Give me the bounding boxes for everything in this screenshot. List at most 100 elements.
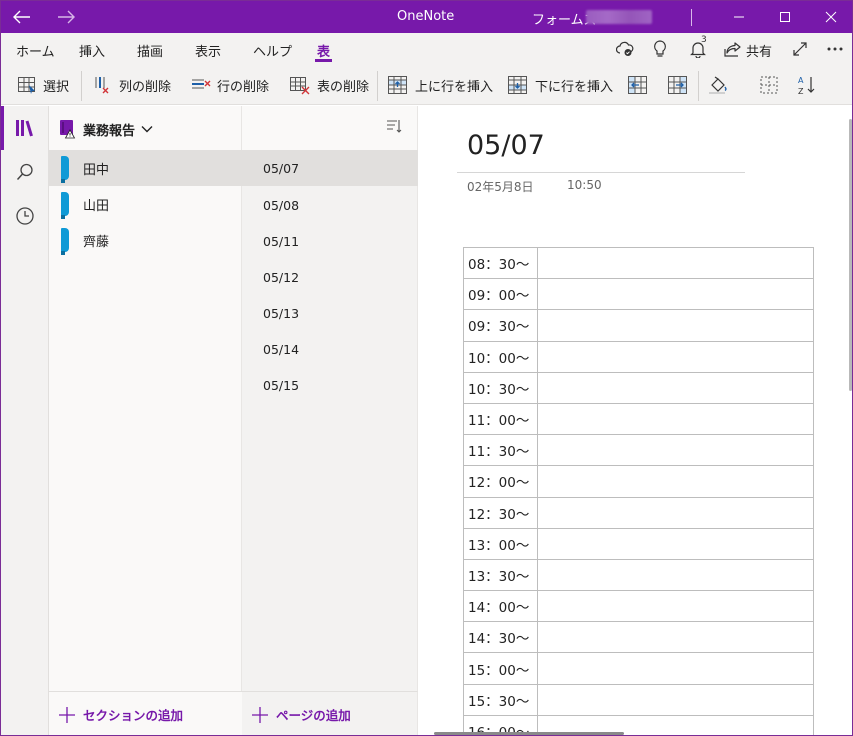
- entry-cell[interactable]: [537, 340, 814, 373]
- select-button[interactable]: 選択: [17, 71, 69, 99]
- navigation-rail: [1, 106, 49, 735]
- delete-column-icon: [95, 77, 109, 94]
- section-color-tab: [61, 228, 69, 255]
- back-button[interactable]: [5, 1, 39, 33]
- entry-cell[interactable]: [537, 683, 814, 716]
- page-label: 05/07: [263, 161, 300, 176]
- time-cell[interactable]: 13：30～: [463, 558, 538, 592]
- page-item[interactable]: 05/15: [242, 367, 418, 403]
- time-cell[interactable]: 15：30～: [463, 683, 538, 716]
- vertical-scrollbar[interactable]: [849, 119, 852, 391]
- time-cell[interactable]: 12：00～: [463, 465, 538, 498]
- insert-row-below-button[interactable]: 下に行を挿入: [507, 71, 613, 99]
- section-item-yamada[interactable]: 山田: [49, 186, 242, 222]
- entry-cell[interactable]: [537, 434, 814, 467]
- entry-cell[interactable]: [537, 558, 814, 592]
- tab-insert[interactable]: 挿入: [79, 41, 105, 60]
- time-cell[interactable]: 08：30～: [463, 246, 538, 280]
- page-label: 05/13: [263, 306, 300, 321]
- time-cell[interactable]: 13：00～: [463, 527, 538, 560]
- borders-button[interactable]: [759, 71, 779, 99]
- section-label: 齊藤: [83, 235, 110, 250]
- page-item[interactable]: 05/08: [242, 187, 418, 223]
- share-icon[interactable]: [723, 39, 743, 59]
- entry-cell[interactable]: [537, 465, 814, 498]
- minimize-button[interactable]: [721, 1, 757, 33]
- table-row: 14：00～: [463, 590, 814, 623]
- delete-columns-button[interactable]: 列の削除: [93, 71, 171, 99]
- page-label: 05/12: [263, 270, 300, 285]
- schedule-table[interactable]: 08：30～ 09：00～ 09：30～ 10：00～ 10：30～ 11：00～ 11：3…: [463, 246, 814, 735]
- page-item[interactable]: 05/07: [242, 150, 418, 186]
- notebooks-nav-button[interactable]: [1, 106, 48, 150]
- notifications-bell-icon[interactable]: 3: [687, 35, 709, 59]
- title-bar: OneNote フォームズ: [1, 1, 852, 33]
- delete-rows-button[interactable]: 行の削除: [191, 71, 269, 99]
- entry-cell[interactable]: [537, 652, 814, 685]
- time-cell[interactable]: 15：00～: [463, 652, 538, 685]
- recent-nav-button[interactable]: [1, 194, 48, 238]
- add-section-button[interactable]: セクションの追加: [49, 691, 242, 735]
- fullscreen-icon[interactable]: [791, 39, 809, 59]
- entry-cell[interactable]: [537, 246, 814, 280]
- page-item[interactable]: 05/12: [242, 259, 418, 295]
- tab-draw[interactable]: 描画: [137, 41, 163, 60]
- section-label: 田中: [83, 163, 110, 178]
- time-cell[interactable]: 10：30～: [463, 371, 538, 404]
- time-cell[interactable]: 11：00～: [463, 402, 538, 436]
- lightbulb-icon[interactable]: [651, 39, 669, 59]
- plus-icon: [252, 706, 268, 723]
- time-cell[interactable]: 09：30～: [463, 309, 538, 342]
- tab-table[interactable]: 表: [317, 41, 330, 60]
- section-item-tanaka[interactable]: 田中: [49, 150, 242, 186]
- tab-help[interactable]: ヘルプ: [253, 41, 292, 60]
- add-page-button[interactable]: ページの追加: [242, 691, 418, 735]
- delete-table-button[interactable]: 表の削除: [289, 71, 369, 99]
- entry-cell[interactable]: [537, 527, 814, 560]
- insert-column-left-button[interactable]: [627, 71, 649, 99]
- shading-button[interactable]: [707, 71, 729, 99]
- time-cell[interactable]: 14：30～: [463, 621, 538, 654]
- entry-cell[interactable]: [537, 278, 814, 311]
- horizontal-scrollbar[interactable]: [434, 732, 624, 735]
- page-item[interactable]: 05/14: [242, 331, 418, 367]
- table-row: 15：00～: [463, 652, 814, 685]
- search-nav-button[interactable]: [1, 150, 48, 194]
- insert-row-above-button[interactable]: 上に行を挿入: [387, 71, 493, 99]
- insert-column-right-button[interactable]: [667, 71, 689, 99]
- tab-view[interactable]: 表示: [195, 41, 221, 60]
- time-cell[interactable]: 14：00～: [463, 590, 538, 623]
- entry-cell[interactable]: [537, 309, 814, 342]
- notebook-warning-icon: [60, 120, 76, 139]
- entry-cell[interactable]: [537, 371, 814, 404]
- close-button[interactable]: [813, 1, 849, 33]
- page-item[interactable]: 05/11: [242, 223, 418, 259]
- sort-button[interactable]: AZ: [797, 71, 819, 99]
- redacted-title-text: [586, 10, 652, 24]
- maximize-button[interactable]: [767, 1, 803, 33]
- time-cell[interactable]: 10：00～: [463, 340, 538, 373]
- time-cell[interactable]: 11：30～: [463, 434, 538, 467]
- sort-pages-button[interactable]: [386, 118, 402, 138]
- page-canvas[interactable]: 05/07 02年5月8日 10:50 08：30～ 09：00～ 09：30～ 10…: [419, 106, 852, 735]
- tab-home[interactable]: ホーム: [16, 41, 55, 60]
- time-cell[interactable]: 09：00～: [463, 278, 538, 311]
- table-row: 15：30～: [463, 683, 814, 716]
- entry-cell[interactable]: [537, 402, 814, 436]
- page-label: 05/14: [263, 342, 300, 357]
- sync-status-icon[interactable]: [615, 39, 635, 59]
- notebook-selector[interactable]: 業務報告: [59, 117, 153, 141]
- plus-icon: [59, 706, 75, 723]
- page-title[interactable]: 05/07: [467, 130, 545, 161]
- share-button[interactable]: 共有: [746, 41, 772, 60]
- page-item[interactable]: 05/13: [242, 295, 418, 331]
- time-cell[interactable]: 12：30～: [463, 496, 538, 529]
- entry-cell[interactable]: [537, 496, 814, 529]
- more-options-icon[interactable]: [825, 39, 845, 59]
- select-label: 選択: [43, 79, 70, 95]
- forward-button[interactable]: [49, 1, 83, 33]
- page-label: 05/11: [263, 234, 300, 249]
- entry-cell[interactable]: [537, 621, 814, 654]
- entry-cell[interactable]: [537, 590, 814, 623]
- section-item-saito[interactable]: 齊藤: [49, 222, 242, 258]
